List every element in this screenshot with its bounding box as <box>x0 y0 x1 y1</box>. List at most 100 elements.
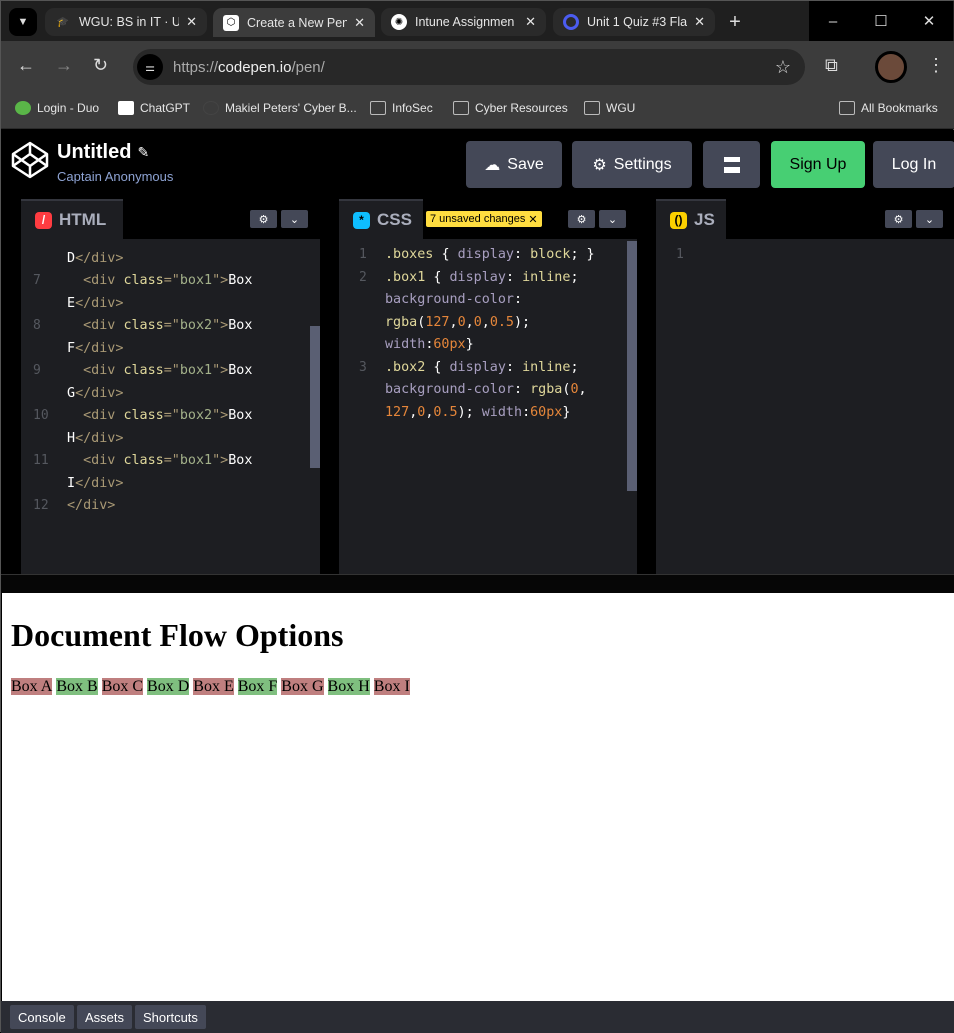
browser-tab-bar: ▼ 🎓 WGU: BS in IT · Un ✕ ⬡ Create a New Pen… <box>1 1 954 41</box>
close-tab-icon[interactable]: ✕ <box>525 14 536 30</box>
console-button[interactable]: Console <box>10 1005 74 1029</box>
code-token-val: rgba <box>530 382 563 397</box>
line-number: 1 <box>676 247 684 262</box>
code-line: <div class="box1">Box <box>67 450 252 473</box>
code-token-val: inline <box>522 269 571 285</box>
profile-avatar[interactable] <box>875 51 907 83</box>
code-line: <div class="box2">Box <box>67 239 252 248</box>
new-tab-button[interactable]: + <box>721 9 749 37</box>
forward-icon[interactable]: → <box>55 55 73 76</box>
code-token-p: , <box>578 382 587 397</box>
bookmark-folder-wgu[interactable]: WGU <box>584 101 635 115</box>
tab-css[interactable]: * CSS <box>339 199 423 239</box>
code-line: I</div> <box>67 473 123 496</box>
code-token-p: , <box>465 314 474 330</box>
log-in-button[interactable]: Log In <box>873 141 954 188</box>
bookmark-login-duo[interactable]: Login - Duo <box>15 101 99 115</box>
settings-button[interactable]: ⚙ Settings <box>572 141 692 188</box>
address-toolbar: ← → ↻ ⚌ https://codepen.io/pen/ ☆ ⧉ ⋮ <box>1 41 954 93</box>
html-settings-button[interactable]: ⚙ <box>250 210 277 228</box>
code-line: <div class="box2">Box <box>67 405 252 428</box>
extensions-icon[interactable]: ⧉ <box>825 55 838 76</box>
code-token-num: 127 <box>385 404 410 420</box>
shortcuts-button[interactable]: Shortcuts <box>135 1005 206 1029</box>
url-bar[interactable]: ⚌ https://codepen.io/pen/ ☆ <box>133 49 805 85</box>
html-icon: / <box>35 211 52 229</box>
code-line: <div class="box1">Box <box>67 360 252 383</box>
pen-title[interactable]: Untitled <box>57 141 131 164</box>
close-tab-icon[interactable]: ✕ <box>694 14 705 30</box>
code-token-val: inline <box>522 359 571 375</box>
code-line: rgba(127,0,0,0.5); <box>385 312 530 335</box>
assets-button[interactable]: Assets <box>77 1005 133 1029</box>
pen-author[interactable]: Captain Anonymous <box>57 169 173 184</box>
code-token-p: } <box>562 404 571 420</box>
code-token-attr: class <box>123 408 164 423</box>
js-code-editor[interactable]: 1 <box>656 239 954 574</box>
close-tab-icon[interactable]: ✕ <box>354 15 365 31</box>
menu-icon[interactable]: ⋮ <box>927 55 945 76</box>
unsaved-changes-badge[interactable]: 7 unsaved changes ✕ <box>426 211 542 227</box>
boxes-container: Box A Box B Box C Box D Box E Box F Box … <box>11 678 410 696</box>
back-icon[interactable]: ← <box>17 55 35 76</box>
html-scrollbar[interactable] <box>310 326 320 468</box>
bookmark-star-icon[interactable]: ☆ <box>775 57 791 78</box>
quiz-icon <box>563 14 579 30</box>
css-settings-button[interactable]: ⚙ <box>568 210 595 228</box>
browser-tab[interactable]: 🎓 WGU: BS in IT · Un ✕ <box>45 8 207 36</box>
edit-title-pencil-icon[interactable]: ✎ <box>137 144 149 161</box>
bookmark-folder-infosec[interactable]: InfoSec <box>370 101 433 115</box>
code-token-prop: display <box>457 247 514 262</box>
code-token-tag: <div <box>67 273 124 288</box>
code-token-p: { <box>433 359 450 375</box>
js-collapse-button[interactable]: ⌄ <box>916 210 943 228</box>
codepen-logo-icon[interactable] <box>11 141 49 179</box>
tab-js[interactable]: () JS <box>656 199 726 239</box>
code-token-val: block <box>530 247 571 262</box>
folder-icon <box>584 101 600 115</box>
css-collapse-button[interactable]: ⌄ <box>599 210 626 228</box>
html-collapse-button[interactable]: ⌄ <box>281 210 308 228</box>
close-window-button[interactable]: ✕ <box>905 1 953 41</box>
all-bookmarks[interactable]: All Bookmarks <box>839 101 938 115</box>
change-view-button[interactable] <box>703 141 760 188</box>
code-token-p: : <box>514 292 523 307</box>
code-token-num: 0 <box>570 382 579 397</box>
preview-box: Box F <box>237 678 278 695</box>
code-token-tag: <div <box>67 239 123 243</box>
browser-tab[interactable]: Unit 1 Quiz #3 Fla ✕ <box>553 8 715 36</box>
html-code-editor[interactable]: 6 <div class="box2">BoxD</div>7 <div cla… <box>21 239 320 574</box>
sign-up-button[interactable]: Sign Up <box>771 141 865 188</box>
tab-search-button[interactable]: ▼ <box>9 8 37 36</box>
site-info-icon[interactable]: ⚌ <box>137 54 163 80</box>
bookmark-makiel[interactable]: Makiel Peters' Cyber B... <box>203 101 357 115</box>
css-code-editor[interactable]: 1 .boxes { display: block; } 2 .box1 { disp… <box>339 239 637 574</box>
editor-resize-handle[interactable] <box>1 574 954 593</box>
code-line: E</div> <box>67 293 123 316</box>
code-token-tag: <div <box>67 408 124 423</box>
save-button[interactable]: ☁ Save <box>466 141 562 188</box>
code-token-txt: Box <box>228 273 253 288</box>
bookmark-folder-cyber-resources[interactable]: Cyber Resources <box>453 101 568 115</box>
minimize-button[interactable]: – <box>809 1 857 41</box>
bookmark-chatgpt[interactable]: ChatGPT <box>118 101 190 115</box>
js-settings-button[interactable]: ⚙ <box>885 210 912 228</box>
code-token-tag: "> <box>212 318 229 333</box>
maximize-button[interactable]: ☐ <box>857 1 905 41</box>
code-line: .box1 { display: inline; <box>385 267 579 290</box>
code-line: .box2 { display: inline; <box>385 357 579 380</box>
css-scrollbar[interactable] <box>627 241 637 491</box>
code-token-tag: </div> <box>67 498 116 513</box>
code-token-num: 0 <box>473 314 482 330</box>
css-icon: * <box>353 211 370 229</box>
close-tab-icon[interactable]: ✕ <box>186 14 197 30</box>
close-icon[interactable]: ✕ <box>528 213 537 226</box>
chatgpt-icon <box>118 101 134 115</box>
code-line: <div class="box1">Box <box>67 270 252 293</box>
code-token-tag: "> <box>212 453 229 468</box>
browser-tab-active[interactable]: ⬡ Create a New Pen ✕ <box>213 8 375 37</box>
tab-html[interactable]: / HTML <box>21 199 123 239</box>
reload-icon[interactable]: ↻ <box>93 55 108 76</box>
browser-tab[interactable]: ✺ Intune Assignmen ✕ <box>381 8 546 36</box>
code-token-attr: class <box>123 363 164 378</box>
